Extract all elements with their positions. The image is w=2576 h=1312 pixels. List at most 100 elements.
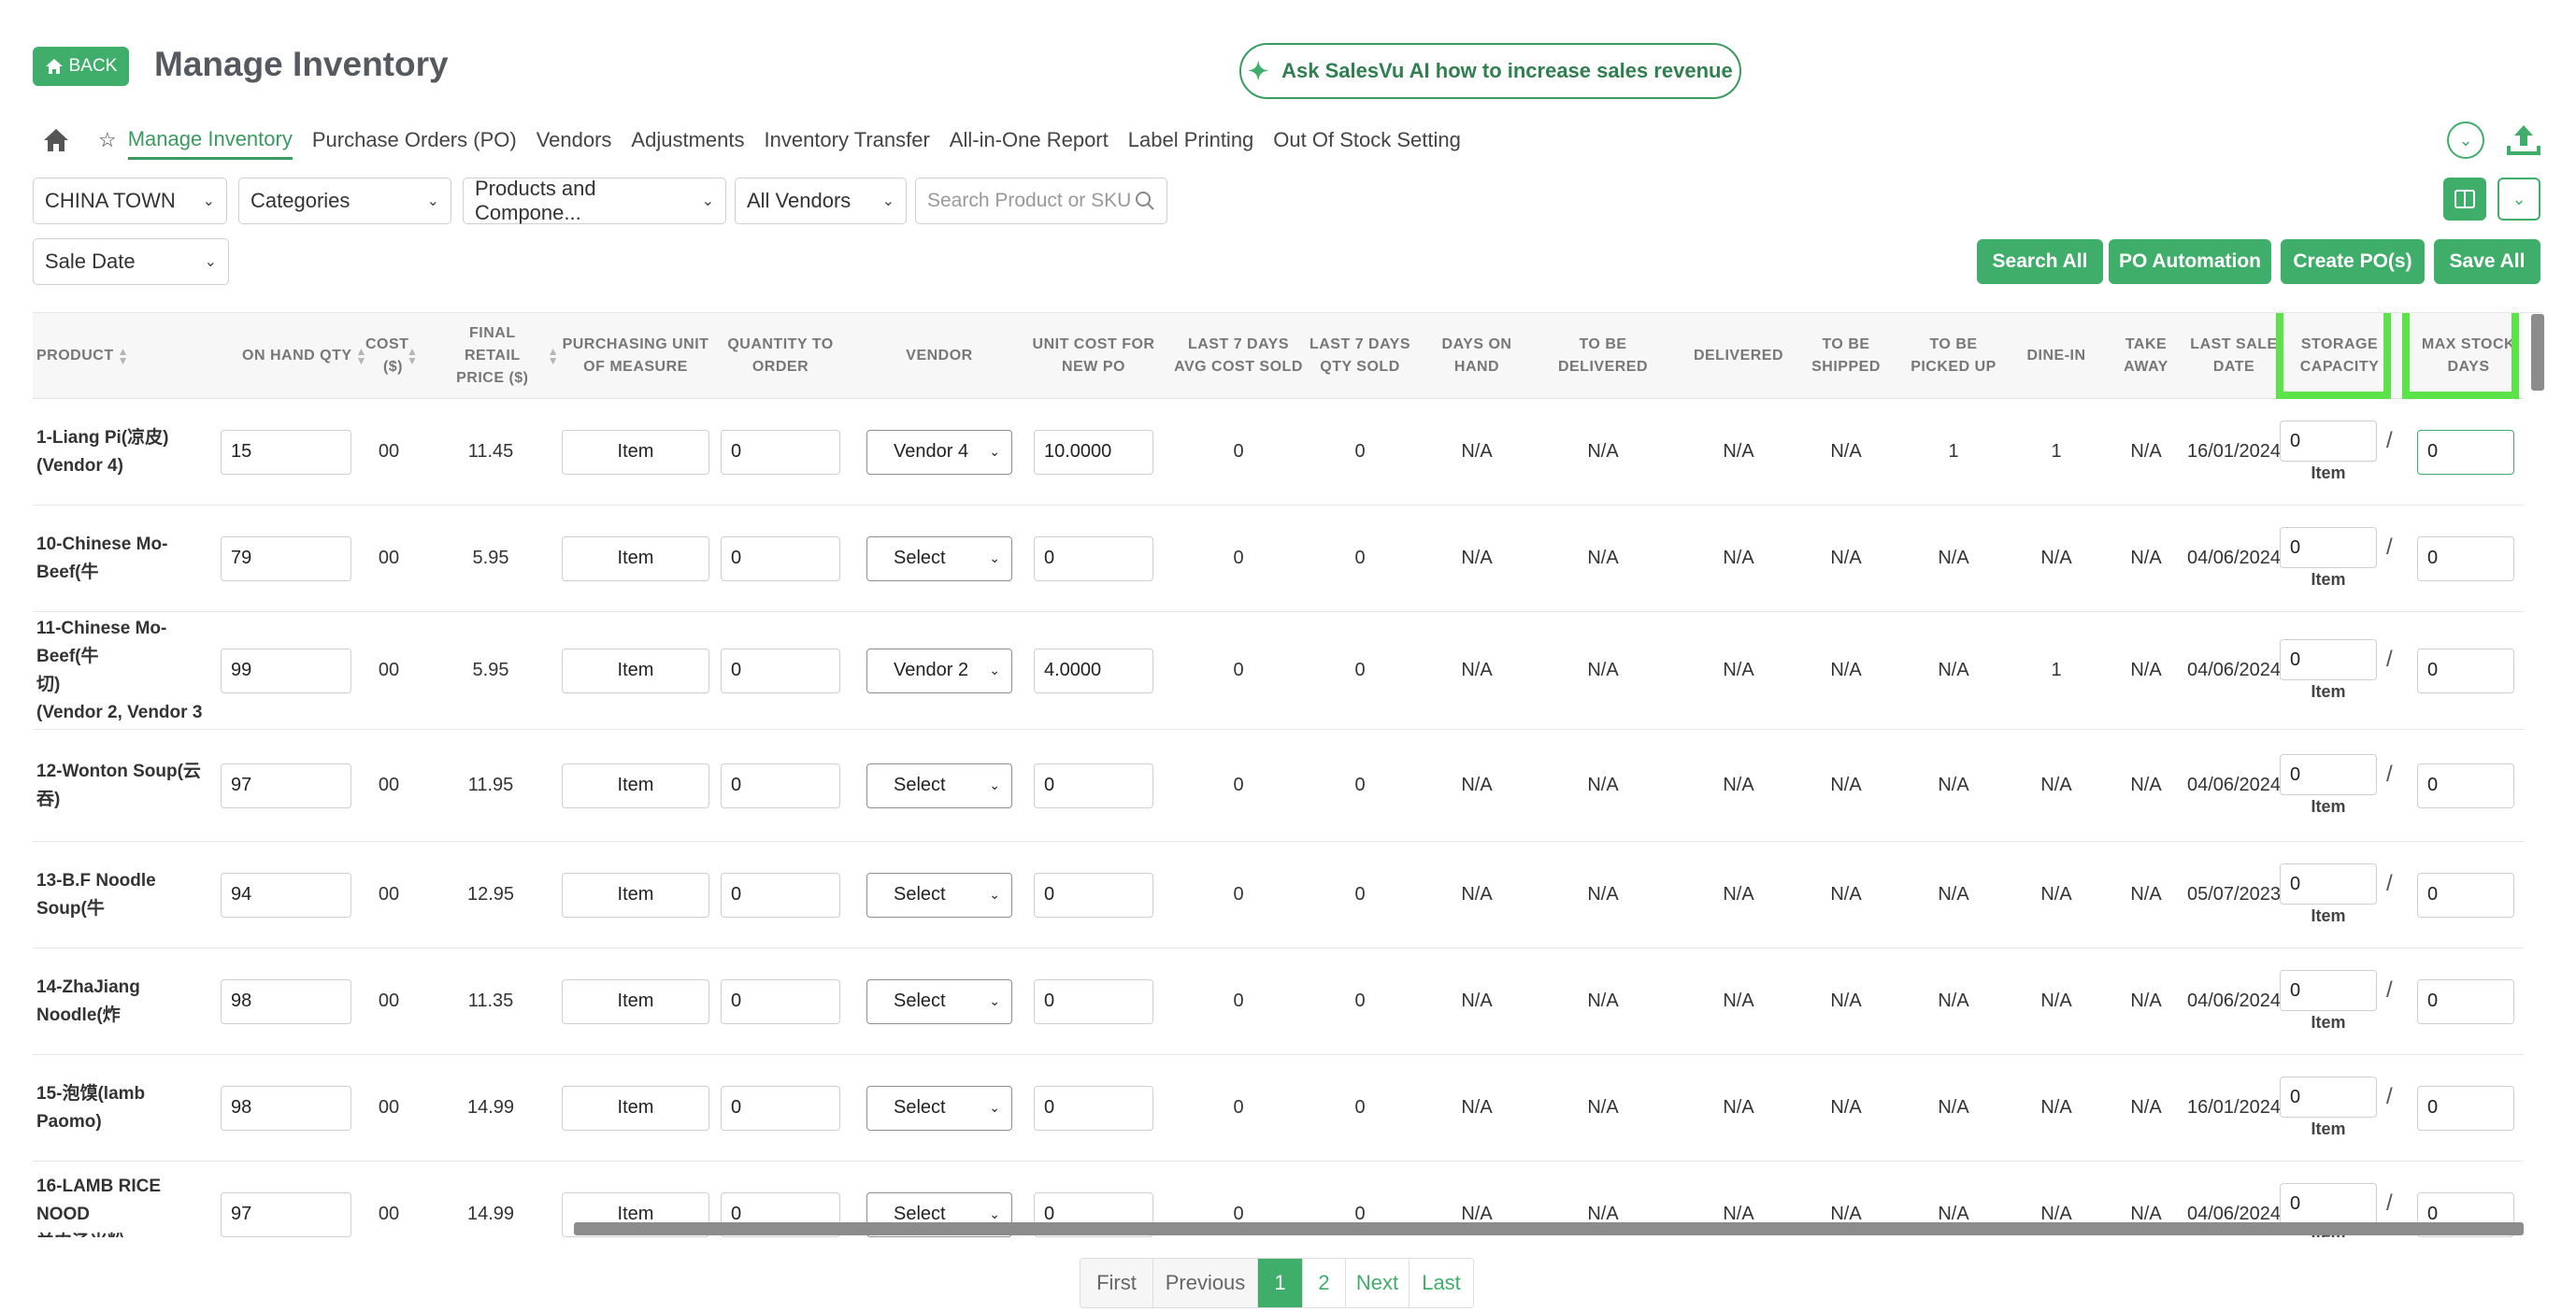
vendor-select[interactable]: Select ⌄ — [866, 978, 1012, 1024]
on-hand-input[interactable]: 94 — [221, 872, 351, 918]
purchasing-unit-input[interactable]: Item — [562, 535, 709, 581]
purchasing-unit-input[interactable]: Item — [562, 978, 709, 1024]
vertical-scrollbar[interactable] — [2531, 314, 2544, 391]
on-hand-input[interactable]: 97 — [221, 1191, 351, 1237]
first-page-button[interactable]: First — [1080, 1259, 1153, 1307]
col-product[interactable]: PRODUCT ▲ ▼ — [36, 313, 214, 399]
search-all-button[interactable]: Search All — [1977, 239, 2103, 284]
qty-to-order-input[interactable]: 0 — [721, 1085, 840, 1131]
dine-value: N/A — [2040, 548, 2072, 568]
create-po-button[interactable]: Create PO(s) — [2281, 239, 2425, 284]
unit-cost-input[interactable]: 0 — [1034, 535, 1153, 581]
sale-date-select[interactable]: Sale Date ⌄ — [33, 238, 229, 285]
purchasing-unit-input[interactable]: Item — [562, 1085, 709, 1131]
tab-inventory-transfer[interactable]: Inventory Transfer — [764, 122, 929, 158]
qty-to-order-input[interactable]: 0 — [721, 978, 840, 1024]
column-layout-button[interactable] — [2443, 178, 2486, 221]
purchasing-unit-input[interactable]: Item — [562, 648, 709, 693]
max-stock-days-input[interactable]: 0 — [2417, 429, 2514, 475]
chevron-down-icon: ⌄ — [204, 254, 217, 270]
tab-vendors[interactable]: Vendors — [537, 122, 612, 158]
product-type-select[interactable]: Products and Compone... ⌄ — [463, 177, 726, 224]
vendor-select[interactable]: Select ⌄ — [866, 535, 1012, 581]
back-button[interactable]: BACK — [33, 47, 129, 86]
max-stock-days-input[interactable]: 0 — [2417, 1085, 2514, 1131]
qty-to-order-input[interactable]: 0 — [721, 535, 840, 581]
max-stock-days-input[interactable]: 0 — [2417, 872, 2514, 918]
vendor-select[interactable]: Select ⌄ — [866, 1085, 1012, 1131]
previous-page-button[interactable]: Previous — [1153, 1259, 1258, 1307]
chevron-down-icon: ⌄ — [989, 777, 1000, 792]
storage-capacity-input[interactable]: 0 — [2280, 970, 2377, 1011]
storage-capacity-input[interactable]: 0 — [2280, 639, 2377, 680]
search-icon[interactable] — [1135, 191, 1155, 211]
unit-cost-input[interactable]: 0 — [1034, 872, 1153, 918]
max-stock-days-input[interactable]: 0 — [2417, 648, 2514, 693]
storage-capacity-input[interactable]: 0 — [2280, 421, 2377, 462]
qty-to-order-input[interactable]: 0 — [721, 872, 840, 918]
unit-cost-input[interactable]: 0 — [1034, 978, 1153, 1024]
col-cost[interactable]: COST ($) ▲ ▼ — [365, 313, 440, 399]
tab-out-of-stock-setting[interactable]: Out Of Stock Setting — [1273, 122, 1461, 158]
on-hand-input[interactable]: 97 — [221, 763, 351, 808]
sort-icon: ▲ ▼ — [407, 345, 419, 367]
tab-purchase-orders[interactable]: Purchase Orders (PO) — [312, 122, 517, 158]
on-hand-input[interactable]: 98 — [221, 978, 351, 1024]
vendor-select[interactable]: Vendor 4 ⌄ — [866, 429, 1012, 475]
more-options-button[interactable]: ⌄ — [2497, 178, 2540, 221]
max-stock-days-input[interactable]: 0 — [2417, 763, 2514, 808]
storage-capacity-input[interactable]: 0 — [2280, 863, 2377, 905]
tab-label-printing[interactable]: Label Printing — [1128, 122, 1254, 158]
storage-capacity-input[interactable]: 0 — [2280, 527, 2377, 568]
tab-manage-inventory[interactable]: Manage Inventory — [127, 121, 293, 160]
col-to-be-delivered: TO BE DELIVERED — [1557, 336, 1649, 375]
storage-capacity-group: 0/ — [2280, 527, 2393, 568]
on-hand-input[interactable]: 99 — [221, 648, 351, 693]
star-icon[interactable]: ☆ — [98, 128, 117, 152]
storage-capacity-input[interactable]: 0 — [2280, 754, 2377, 795]
location-select[interactable]: CHINA TOWN ⌄ — [33, 178, 227, 224]
vendor-select[interactable]: Select ⌄ — [866, 763, 1012, 808]
vendor-select[interactable]: Select ⌄ — [866, 872, 1012, 918]
page-2-button[interactable]: 2 — [1303, 1259, 1346, 1307]
storage-capacity-input[interactable]: 0 — [2280, 1077, 2377, 1118]
tbs-value: N/A — [1830, 991, 1862, 1011]
col-final-price[interactable]: FINAL RETAIL PRICE ($) ▲ ▼ — [435, 313, 565, 399]
unit-cost-input[interactable]: 0 — [1034, 763, 1153, 808]
qty-to-order-input[interactable]: 0 — [721, 429, 840, 475]
home-icon[interactable] — [42, 126, 70, 154]
product-name: 13-B.F Noodle Soup(牛 — [36, 870, 156, 919]
search-input[interactable]: Search Product or SKU — [915, 178, 1167, 224]
unit-cost-input[interactable]: 0 — [1034, 1085, 1153, 1131]
vendor-cell: Select ⌄ — [860, 1055, 1019, 1161]
horizontal-scrollbar[interactable] — [574, 1222, 2524, 1235]
purchasing-unit-input[interactable]: Item — [562, 872, 709, 918]
unit-cost-input[interactable]: 10.0000 — [1034, 429, 1153, 475]
last-page-button[interactable]: Last — [1410, 1259, 1473, 1307]
upload-icon[interactable] — [2505, 121, 2542, 159]
on-hand-input[interactable]: 98 — [221, 1085, 351, 1131]
page-1-button[interactable]: 1 — [1258, 1259, 1303, 1307]
max-stock-days-input[interactable]: 0 — [2417, 978, 2514, 1024]
chevron-down-icon: ⌄ — [881, 193, 894, 209]
qty-to-order-input[interactable]: 0 — [721, 648, 840, 693]
po-automation-button[interactable]: PO Automation — [2109, 239, 2271, 284]
on-hand-input[interactable]: 79 — [221, 535, 351, 581]
tab-adjustments[interactable]: Adjustments — [631, 122, 744, 158]
ask-ai-button[interactable]: ✦ Ask SalesVu AI how to increase sales r… — [1239, 43, 1741, 99]
vendors-select[interactable]: All Vendors ⌄ — [735, 178, 907, 224]
next-page-button[interactable]: Next — [1346, 1259, 1410, 1307]
vendor-value: Select — [894, 1097, 946, 1118]
chevron-down-icon[interactable]: ⌄ — [2447, 121, 2484, 159]
max-stock-days-input[interactable]: 0 — [2417, 535, 2514, 581]
unit-cost-input[interactable]: 4.0000 — [1034, 648, 1153, 693]
purchasing-unit-input[interactable]: Item — [562, 429, 709, 475]
vendor-select[interactable]: Vendor 2 ⌄ — [866, 648, 1012, 693]
storage-capacity-input[interactable]: 0 — [2280, 1183, 2377, 1224]
save-all-button[interactable]: Save All — [2434, 239, 2540, 284]
on-hand-input[interactable]: 15 — [221, 429, 351, 475]
tab-all-in-one-report[interactable]: All-in-One Report — [950, 122, 1109, 158]
purchasing-unit-input[interactable]: Item — [562, 763, 709, 808]
categories-select[interactable]: Categories ⌄ — [238, 178, 451, 224]
qty-to-order-input[interactable]: 0 — [721, 763, 840, 808]
